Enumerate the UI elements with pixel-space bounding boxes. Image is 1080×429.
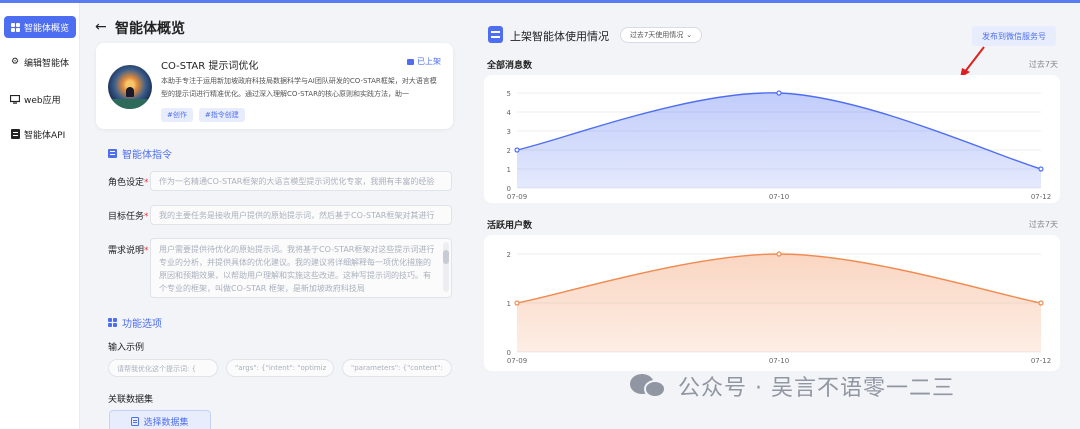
sidebar: 智能体概览 ⚙ 编辑智能体 web应用 智能体API [0,3,80,429]
section-title-instructions: 智能体指令 [108,146,172,161]
select-dataset-button[interactable]: 选择数据集 [109,410,211,429]
field-label-role: 角色设定* [108,178,149,188]
field-label-requirements: 需求说明* [108,246,149,256]
grid-icon [10,22,20,32]
example-chip[interactable]: "args": {"intent": "optimiz [226,359,334,377]
publish-wechat-button[interactable]: 发布到微信服务号 [972,26,1056,46]
y-tick-label: 1 [507,166,511,174]
x-tick-label: 07-12 [1031,357,1051,365]
chart-users: 0 1 2 07-09 07-10 07-12 [484,235,1060,371]
watermark: 公众号 · 吴言不语零一二三 [630,370,955,402]
y-tick-label: 2 [507,251,511,259]
sidebar-item-label: 智能体API [24,130,66,141]
tag: #指令创建 [198,108,245,122]
grid-icon [108,318,117,327]
x-tick-label: 07-12 [1031,193,1051,201]
goal-input[interactable]: 我的主要任务是接收用户提供的原始提示词，然后基于CO-STAR框架对其进行 [150,205,452,225]
x-tick-label: 07-09 [507,193,527,201]
y-tick-label: 3 [507,128,511,136]
requirements-text: 用户需要提供待优化的原始提示词。我将基于CO-STAR框架对这些提示词进行专业的… [159,245,435,293]
field-label-dataset: 关联数据集 [108,395,154,405]
users-chart-svg: 0 1 2 07-09 07-10 07-12 [507,251,1052,365]
wechat-icon [630,372,666,400]
series-area [517,254,1041,352]
field-label-examples: 输入示例 [108,343,145,353]
role-input[interactable]: 作为一名精通CO-STAR框架的大语言模型提示词优化专家，我拥有丰富的经验 [150,171,452,191]
chart-messages: 0 1 2 3 4 5 07-09 07-10 07-12 [484,75,1060,203]
usage-title: 上架智能体使用情况 [510,30,609,43]
document-icon [131,416,140,426]
page-title: 智能体概览 [115,21,185,37]
chart-range: 过去7天 [1028,60,1058,69]
data-point [1038,300,1044,306]
monitor-icon [10,94,20,104]
folder-icon [407,58,414,65]
requirements-textarea[interactable]: 用户需要提供待优化的原始提示词。我将基于CO-STAR框架对这些提示词进行专业的… [150,238,452,298]
sidebar-item-label: web应用 [24,95,61,106]
agent-card: CO-STAR 提示词优化 已上架 本助手专注于运用新加坡政府科技局数据科学与A… [96,43,453,129]
agent-config-panel: ← 智能体概览 CO-STAR 提示词优化 已上架 本助手专注于运用新加坡政府科… [80,3,465,429]
sidebar-item-label: 编辑智能体 [24,58,70,69]
chart-range: 过去7天 [1028,220,1058,229]
section-title-features: 功能选项 [108,315,162,330]
gear-icon: ⚙ [10,57,20,67]
y-tick-label: 0 [507,349,511,357]
stats-icon [488,26,503,43]
data-point [1038,166,1044,172]
y-tick-label: 2 [507,147,511,155]
agent-avatar [108,65,152,109]
arrow-annotation [960,46,985,78]
book-icon [108,149,117,158]
data-point [776,251,782,257]
chevron-down-icon: ⌄ [686,31,693,39]
back-arrow-icon[interactable]: ← [95,19,107,35]
agent-name: CO-STAR 提示词优化 [161,61,259,72]
data-point [514,300,520,306]
y-tick-label: 4 [507,109,512,117]
example-chip[interactable]: "parameters": {"content": [342,359,452,377]
example-chip[interactable]: 请帮我优化这个提示词: { [108,359,218,377]
scrollbar[interactable] [443,242,449,292]
sidebar-item-edit[interactable]: ⚙ 编辑智能体 [4,51,76,73]
field-label-goal: 目标任务* [108,212,149,222]
chart-title: 活跃用户数 [487,221,533,231]
y-tick-label: 5 [507,90,511,98]
x-tick-label: 07-10 [769,193,789,201]
sidebar-item-overview[interactable]: 智能体概览 [4,16,76,38]
data-point [514,147,520,153]
chart-title: 全部消息数 [487,61,533,71]
data-point [776,90,782,96]
period-select[interactable]: 过去7天使用情况 ⌄ [620,27,702,43]
api-doc-icon [10,129,20,139]
status-badge: 已上架 [407,56,441,67]
sidebar-item-api[interactable]: 智能体API [4,123,76,145]
tag: #创作 [161,108,193,122]
agent-description: 本助手专注于运用新加坡政府科技局数据科学与AI团队研发的CO-STAR框架，对大… [161,77,437,98]
sidebar-item-web[interactable]: web应用 [4,88,76,110]
x-tick-label: 07-09 [507,357,527,365]
x-tick-label: 07-10 [769,357,789,365]
sidebar-item-label: 智能体概览 [24,23,70,34]
y-tick-label: 1 [507,300,511,308]
usage-panel: 上架智能体使用情况 过去7天使用情况 ⌄ 发布到微信服务号 全部消息数 过去7天 … [478,3,1080,429]
messages-chart-svg: 0 1 2 3 4 5 07-09 07-10 07-12 [507,90,1052,201]
y-tick-label: 0 [507,185,511,193]
